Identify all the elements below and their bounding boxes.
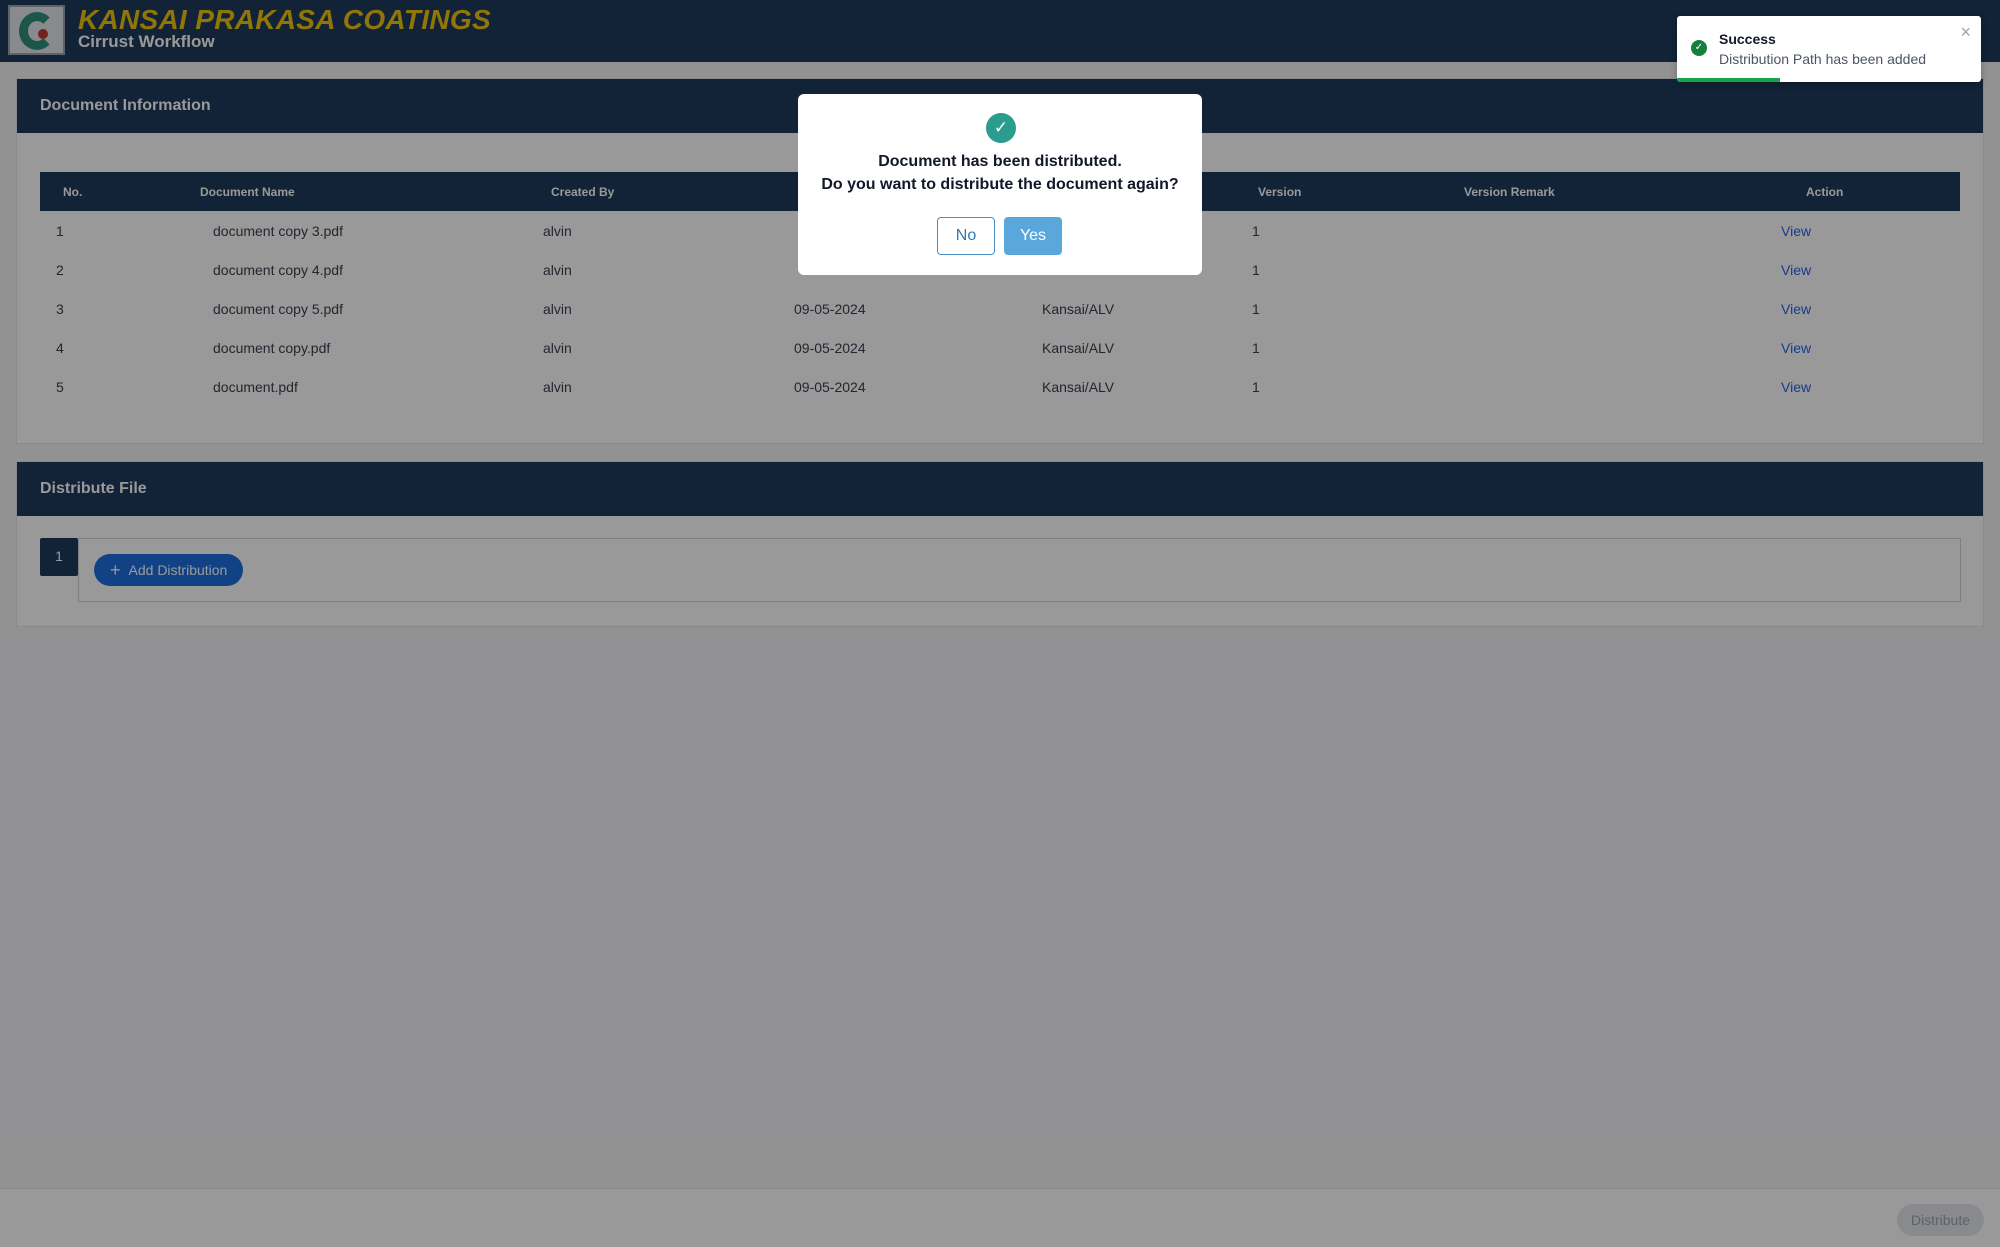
toast-message: Distribution Path has been added [1719, 51, 1927, 67]
yes-button[interactable]: Yes [1004, 217, 1062, 255]
close-icon[interactable]: × [1960, 22, 1971, 43]
success-toast: ✓ Success Distribution Path has been add… [1677, 16, 1981, 82]
no-button[interactable]: No [937, 217, 995, 255]
success-check-icon: ✓ [1691, 40, 1707, 56]
check-icon: ✓ [986, 113, 1016, 143]
dialog-message-line2: Do you want to distribute the document a… [821, 176, 1179, 193]
confirm-dialog: ✓ Document has been distributed. Do you … [798, 94, 1202, 275]
toast-title: Success [1719, 31, 1776, 47]
toast-progress-fill [1677, 78, 1781, 82]
dialog-message-line1: Document has been distributed. [878, 153, 1122, 170]
toast-progress-bar [1677, 78, 1981, 82]
